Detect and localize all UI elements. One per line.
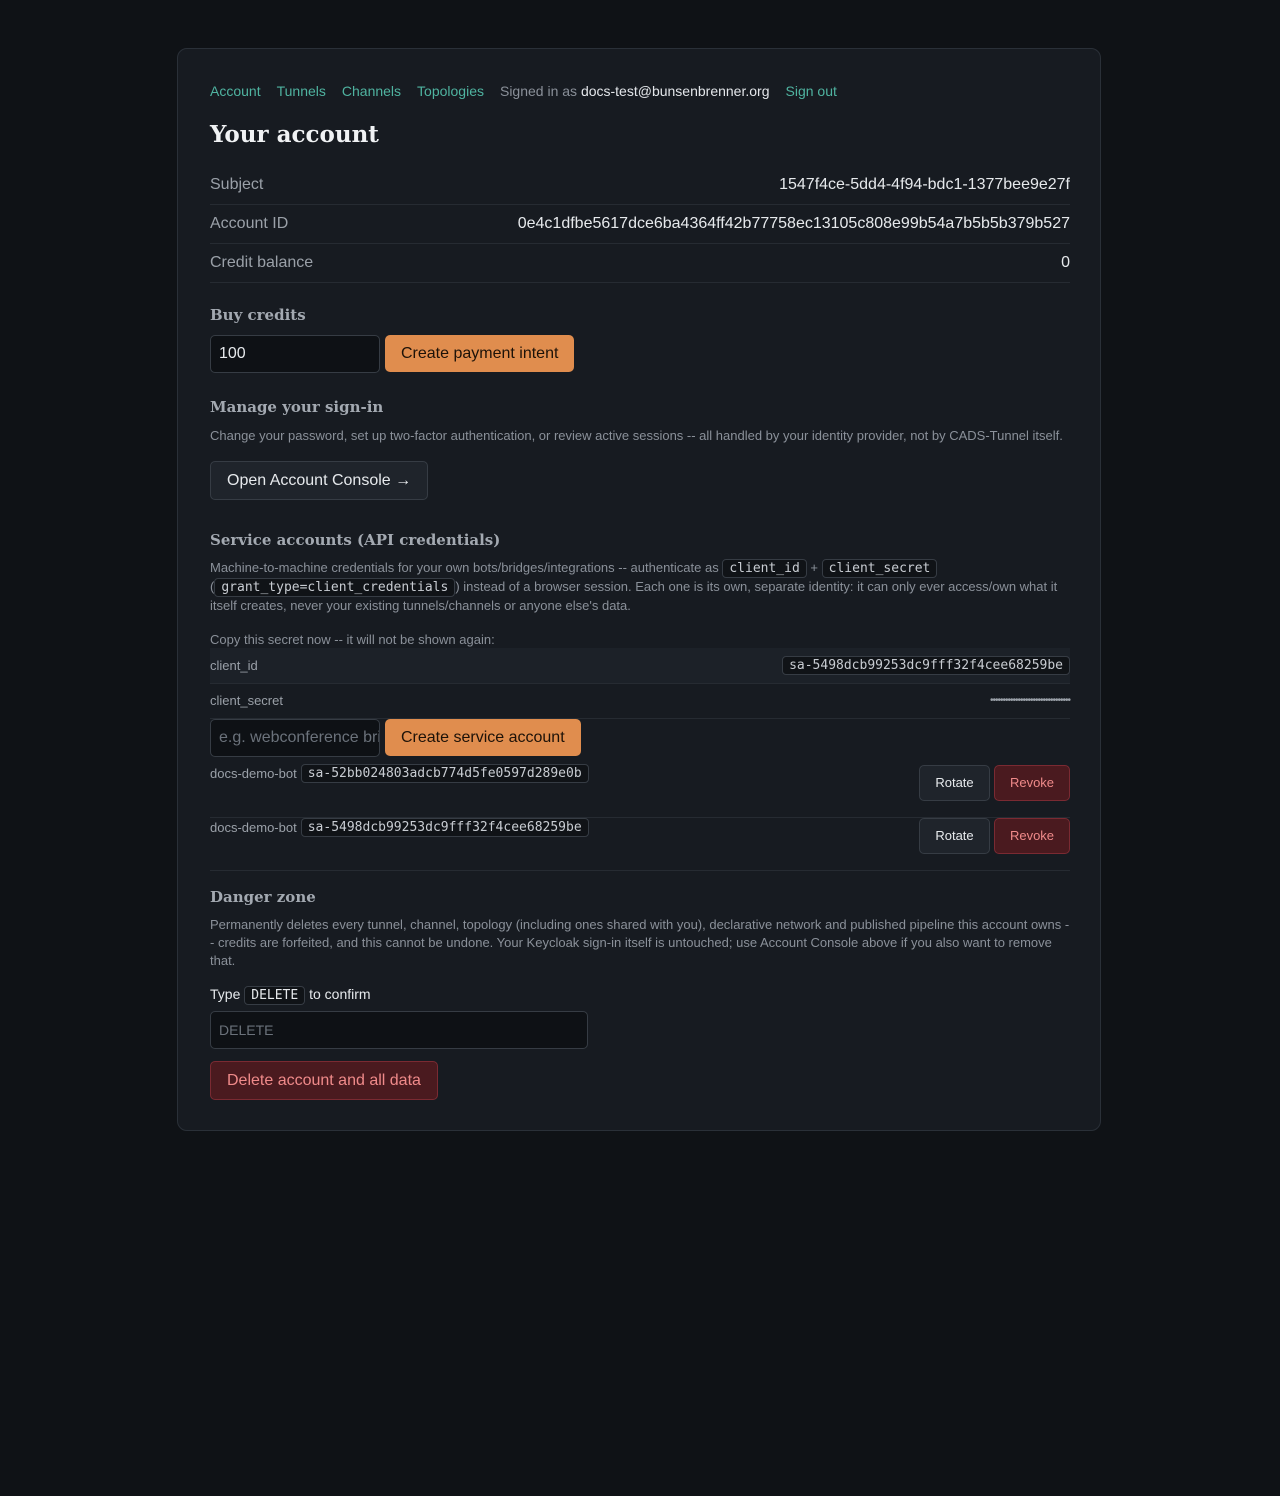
credit-balance-label: Credit balance — [210, 254, 314, 271]
service-accounts-heading: Service accounts (API credentials) — [210, 531, 501, 549]
signed-in-text: Signed in as docs-test@bunsenbrenner.org — [500, 83, 770, 99]
service-account-name: docs-demo-bot — [210, 766, 297, 781]
danger-zone-description: Permanently deletes every tunnel, channe… — [210, 917, 1070, 968]
page-title: Your account — [210, 121, 379, 148]
service-account-name-cell: docs-demo-bot sa-5498dcb99253dc9fff32f4c… — [210, 818, 589, 837]
new-client-secret-value[interactable]: •••••••••••••••••••••••••••••••• — [990, 695, 1071, 706]
service-account-id: sa-5498dcb99253dc9fff32f4cee68259be — [300, 818, 589, 837]
account-id-label: Account ID — [210, 215, 289, 232]
delete-confirm-suffix: to confirm — [309, 986, 371, 1002]
service-account-name-input[interactable]: e.g. webconference bridge — [210, 719, 380, 757]
account-details: Subject 1547f4ce-5dd4-4f94-bdc1-1377bee9… — [210, 166, 1070, 283]
buy-credits-heading: Buy credits — [210, 306, 306, 324]
rotate-button[interactable]: Rotate — [919, 765, 990, 801]
nav-link-channels[interactable]: Channels — [342, 83, 401, 99]
account-row-account-id: Account ID 0e4c1dfbe5617dce6ba4364ff42b7… — [210, 205, 1070, 244]
nav-link-account[interactable]: Account — [210, 83, 261, 99]
signed-in-prefix: Signed in as — [499, 83, 578, 99]
credit-amount-input[interactable]: 100 — [210, 335, 380, 373]
revoke-button[interactable]: Revoke — [994, 765, 1070, 801]
service-account-row: docs-demo-bot sa-5498dcb99253dc9fff32f4c… — [210, 817, 1070, 871]
copy-secret-notice: Copy this secret now -- it will not be s… — [210, 632, 495, 647]
sign-in-description: Change your password, set up two-factor … — [210, 428, 1063, 443]
service-account-id: sa-52bb024803adcb774d5fe0597d289e0b — [300, 764, 589, 783]
code-client-id: client_id — [722, 559, 807, 578]
sign-out-link[interactable]: Sign out — [786, 83, 837, 99]
top-nav: Account Tunnels Channels Topologies Sign… — [210, 83, 853, 99]
code-grant-type: grant_type=client_credentials — [214, 578, 456, 597]
subject-label: Subject — [210, 176, 264, 193]
create-service-account-button[interactable]: Create service account — [385, 719, 581, 756]
code-client-secret: client_secret — [821, 559, 938, 578]
service-account-row: docs-demo-bot sa-52bb024803adcb774d5fe05… — [210, 764, 1070, 818]
create-payment-intent-button[interactable]: Create payment intent — [385, 335, 575, 372]
nav-link-topologies[interactable]: Topologies — [417, 83, 484, 99]
sa-desc-plus: + — [810, 560, 819, 575]
new-client-secret-row: client_secret ••••••••••••••••••••••••••… — [210, 683, 1071, 719]
new-client-id-value[interactable]: sa-5498dcb99253dc9fff32f4cee68259be — [782, 656, 1070, 675]
new-client-id-row: client_id sa-5498dcb99253dc9fff32f4cee68… — [210, 648, 1070, 684]
new-client-id-label: client_id — [210, 658, 258, 673]
delete-confirm-input[interactable]: DELETE — [210, 1011, 588, 1049]
revoke-button[interactable]: Revoke — [994, 818, 1070, 854]
service-account-name-cell: docs-demo-bot sa-52bb024803adcb774d5fe05… — [210, 764, 589, 783]
delete-confirm-label: Type DELETE to confirm — [210, 986, 371, 1005]
delete-confirm-prefix: Type — [210, 986, 241, 1002]
delete-confirm-code: DELETE — [244, 986, 306, 1005]
sign-in-heading: Manage your sign-in — [210, 398, 384, 416]
credit-balance-value: 0 — [1061, 254, 1070, 271]
account-row-subject: Subject 1547f4ce-5dd4-4f94-bdc1-1377bee9… — [210, 166, 1070, 205]
sa-desc-part1: Machine-to-machine credentials for your … — [210, 560, 719, 575]
service-account-name: docs-demo-bot — [210, 820, 297, 835]
new-client-secret-label: client_secret — [210, 693, 283, 708]
account-card: Account Tunnels Channels Topologies Sign… — [177, 48, 1101, 1131]
subject-value: 1547f4ce-5dd4-4f94-bdc1-1377bee9e27f — [779, 176, 1070, 193]
service-accounts-description: Machine-to-machine credentials for your … — [210, 559, 1072, 615]
danger-zone-heading: Danger zone — [210, 888, 316, 906]
open-account-console-button[interactable]: Open Account Console → — [210, 461, 429, 500]
account-row-credit-balance: Credit balance 0 — [210, 244, 1070, 283]
rotate-button[interactable]: Rotate — [919, 818, 990, 854]
nav-link-tunnels[interactable]: Tunnels — [277, 83, 326, 99]
account-id-value: 0e4c1dfbe5617dce6ba4364ff42b77758ec13105… — [517, 215, 1070, 232]
delete-account-button[interactable]: Delete account and all data — [210, 1061, 438, 1100]
signed-in-email: docs-test@bunsenbrenner.org — [580, 83, 770, 99]
